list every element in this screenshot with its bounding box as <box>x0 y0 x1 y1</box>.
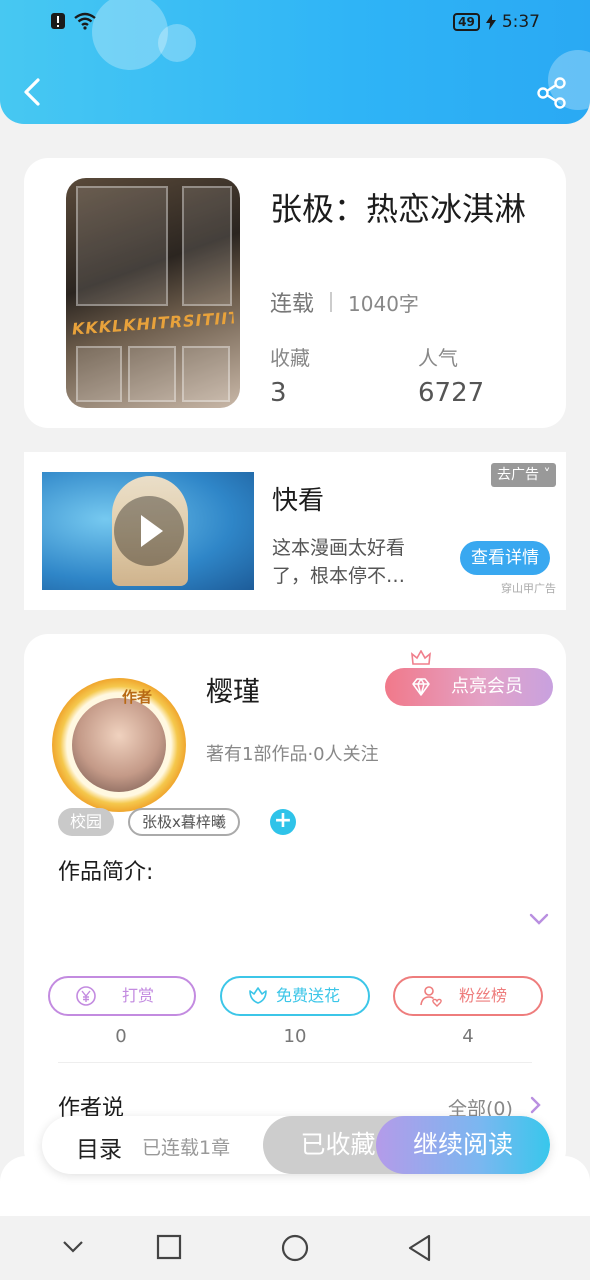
yen-coin-icon <box>76 986 96 1006</box>
popularity-count: 6727 <box>418 378 485 408</box>
fan-ranking-label: 粉丝榜 <box>459 986 508 1005</box>
author-badge: 作者 <box>122 688 153 706</box>
cover-title-art: KKKLKHITRSITIIT <box>71 308 235 339</box>
author-avatar[interactable]: 作者 <box>44 670 194 820</box>
flower-count: 10 <box>283 1026 307 1047</box>
book-info-card: KKKLKHITRSITIIT 张极：热恋冰淇淋 连载 1040字 收藏 3 人… <box>24 158 566 428</box>
word-count: 1040字 <box>348 291 419 316</box>
home-icon[interactable] <box>281 1234 309 1262</box>
book-title: 张极：热恋冰淇淋 <box>270 190 527 228</box>
back-icon[interactable] <box>407 1234 433 1262</box>
cover-panel <box>76 186 168 306</box>
crown-icon <box>411 650 431 665</box>
diamond-icon <box>412 678 430 696</box>
wifi-icon <box>74 12 96 30</box>
book-status-row: 连载 1040字 <box>270 286 419 318</box>
play-icon[interactable] <box>114 496 184 566</box>
tag-chip[interactable]: 校园 <box>58 808 115 836</box>
table-of-contents-button[interactable]: 目录 <box>76 1130 122 1164</box>
flower-icon <box>249 987 267 1004</box>
vip-label: 点亮会员 <box>451 676 523 697</box>
send-flower-button[interactable]: 免费送花 <box>220 976 370 1016</box>
divider <box>58 1062 532 1063</box>
ad-video-thumbnail[interactable] <box>42 472 254 590</box>
share-icon[interactable] <box>536 76 568 110</box>
ad-description: 这本漫画太好看了，根本停不… <box>272 537 406 587</box>
battery-level: 49 <box>453 13 480 31</box>
divider <box>330 292 333 312</box>
recent-apps-icon[interactable] <box>156 1234 182 1260</box>
author-meta: 著有1部作品·0人关注 <box>206 744 379 765</box>
cover-panel <box>128 346 176 402</box>
popularity-label: 人气 <box>418 346 458 370</box>
send-flower-label: 免费送花 <box>276 986 341 1005</box>
tag-list: 校园 张极x暮梓曦 + <box>58 808 296 836</box>
remove-ad-label: 去广告 <box>497 467 539 483</box>
author-name: 樱瑾 <box>206 677 260 708</box>
tip-count: 0 <box>115 1026 127 1047</box>
tip-label: 打赏 <box>122 986 155 1005</box>
continue-reading-button[interactable]: 继续阅读 <box>376 1116 550 1174</box>
favorites-label: 收藏 <box>270 346 310 370</box>
cover-panel <box>182 186 232 306</box>
vip-button[interactable]: 点亮会员 <box>385 668 553 706</box>
app-header: 49 5:37 <box>0 0 590 124</box>
ad-details-button[interactable]: 查看详情 <box>460 541 550 575</box>
ad-title: 快看 <box>272 486 325 516</box>
tag-chip[interactable]: 张极x暮梓曦 <box>128 808 240 836</box>
remove-ad-button[interactable]: 去广告 ˅ <box>491 463 557 487</box>
avatar <box>72 698 166 792</box>
book-cover[interactable]: KKKLKHITRSITIIT <box>66 178 240 408</box>
favorites-count: 3 <box>270 378 287 408</box>
chapter-count: 已连载1章 <box>142 1137 231 1159</box>
chevron-down-icon[interactable] <box>529 912 549 926</box>
system-navigation-bar <box>0 1216 590 1280</box>
author-card: 作者 樱瑾 点亮会员 著有1部作品·0人关注 校园 张极x暮梓曦 + 作品简介:… <box>24 634 566 1174</box>
fan-count: 4 <box>462 1026 474 1047</box>
chevron-down-icon[interactable] <box>62 1240 84 1254</box>
status-bar: 49 5:37 <box>0 10 590 36</box>
fan-ranking-button[interactable]: 粉丝榜 <box>393 976 543 1016</box>
back-arrow-icon[interactable] <box>18 74 50 110</box>
intro-title: 作品简介: <box>58 860 154 885</box>
ad-banner[interactable]: 快看 这本漫画太好看了，根本停不… 去广告 ˅ 查看详情 穿山甲广告 <box>24 452 566 610</box>
add-tag-button[interactable]: + <box>269 809 296 835</box>
serial-status: 连载 <box>270 292 315 317</box>
user-heart-icon <box>420 986 442 1007</box>
clock: 5:37 <box>501 12 540 32</box>
cover-panel <box>76 346 122 402</box>
tip-button[interactable]: 打赏 <box>48 976 196 1016</box>
alert-icon <box>51 13 65 29</box>
reading-action-bar: 目录 已连载1章 已收藏 继续阅读 <box>42 1116 550 1174</box>
cover-panel <box>182 346 230 402</box>
ad-source: 穿山甲广告 <box>501 582 556 595</box>
chevron-right-icon[interactable] <box>529 1096 541 1114</box>
charging-icon <box>485 14 496 30</box>
